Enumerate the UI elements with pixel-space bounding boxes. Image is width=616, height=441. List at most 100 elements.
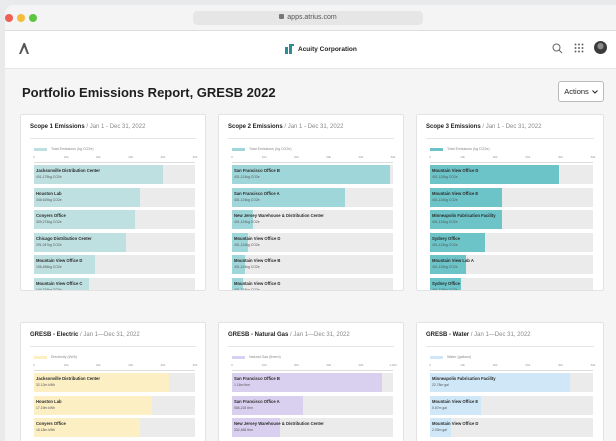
axis-tick-label: 10k xyxy=(460,155,466,159)
legend-swatch xyxy=(430,355,443,359)
brand-name: Acuity Corporation xyxy=(298,45,357,53)
chart-legend: Total Emissions (kg CO2e) xyxy=(34,147,205,151)
bar-value: 401,124kg CO2e xyxy=(234,197,260,202)
bar-value: 401,124kg CO2e xyxy=(432,220,458,225)
legend-swatch xyxy=(232,355,245,359)
bar-row[interactable]: Conyers Office 16.18m kWh xyxy=(34,418,195,438)
bar-value: 22.78m gal xyxy=(432,383,449,387)
axis-tick-label: 40k xyxy=(160,363,166,367)
bar-row[interactable]: San Francisco Office B 401,124kg CO2e xyxy=(232,165,393,184)
bar-label: Chicago Distribution Center xyxy=(36,235,92,241)
report-card: GRESB - Electric / Jan 1—Dec 31, 2022 Ele… xyxy=(20,322,206,441)
bar-label: Mountain View Office E xyxy=(432,190,479,196)
card-date-range: / Jan 1 - Dec 31, 2022 xyxy=(480,124,542,130)
card-title: GRESB - Water xyxy=(426,332,470,338)
bar-row[interactable]: Mountain View Office D 401,124kg CO2e xyxy=(232,232,393,252)
axis-tick-label: 0 xyxy=(231,363,233,367)
bar-row[interactable]: Mountain View Office D 401,124kg CO2e xyxy=(430,165,593,184)
bar-row[interactable]: Houston Lab 346,619kg CO2e xyxy=(34,187,195,207)
bar-row[interactable]: Mountain View Office C 144,216kg CO2e xyxy=(34,277,195,291)
bar-row[interactable]: Chicago Distribution Center 291,047kg CO2… xyxy=(34,232,195,252)
axis-tick-label: 300 xyxy=(326,363,332,367)
card-header: Scope 1 Emissions / Jan 1 - Dec 31, 2022 xyxy=(30,115,196,139)
axis-tick-label: 10k xyxy=(63,155,69,159)
bar-value: 401,124kg CO2e xyxy=(234,220,260,225)
legend-label: Total Emissions (kg CO2e) xyxy=(447,147,490,151)
bar-value: 401,124kg CO2e xyxy=(234,265,260,270)
search-icon[interactable] xyxy=(552,43,563,54)
chart-legend: Total Emissions (kg CO2e) xyxy=(430,147,603,151)
lock-icon xyxy=(279,14,285,19)
bar-row[interactable]: Mountain View Office D 401,124kg CO2e xyxy=(232,277,393,291)
bar-row[interactable]: Mountain View Office D 156,456kg CO2e xyxy=(34,255,195,275)
bar-value: 401,124kg CO2e xyxy=(432,197,458,202)
bar-list: San Francisco Office B 1.16m thm San Franc… xyxy=(232,373,393,438)
bar-row[interactable]: San Francisco Office A 401,124kg CO2e xyxy=(232,187,393,207)
chevron-down-icon xyxy=(591,89,598,94)
bar-row[interactable]: Jacksonville Distribution Center 32.12m k… xyxy=(34,373,195,392)
axis-tick-label: 0 xyxy=(429,155,431,159)
maximize-window-button[interactable] xyxy=(29,14,37,22)
bar-label: San Francisco Office A xyxy=(234,190,280,196)
axis-tick-label: 10k xyxy=(63,363,69,367)
bar-row[interactable]: Sydney Office 401,124kg CO2e xyxy=(430,277,593,290)
bar-list: Mountain View Office D 401,124kg CO2e Moun… xyxy=(430,165,593,290)
legend-label: Electricity (kWh) xyxy=(51,355,77,359)
bar-value: 156,456kg CO2e xyxy=(36,265,62,270)
bar-row[interactable]: Mountain View Office E 401,124kg CO2e xyxy=(430,187,593,207)
axis-tick-label: 10k xyxy=(460,363,466,367)
bar-row[interactable]: Houston Lab 17.19m kWh xyxy=(34,395,195,415)
axis-tick-label: 100 xyxy=(261,363,267,367)
axis-tick-label: 50k xyxy=(590,363,596,367)
bar-row[interactable]: Mountain View Office D 2.03m gal xyxy=(430,418,593,438)
app-logo-icon[interactable] xyxy=(18,42,30,55)
bar-row[interactable]: Mountain View Lab A 401,124kg CO2e xyxy=(430,255,593,275)
chart-legend: Total Emissions (kg CO2e) xyxy=(232,147,403,151)
bar-row[interactable]: Jacksonville Distribution Center 401,179k… xyxy=(34,165,195,184)
bar-value: 401,124kg CO2e xyxy=(234,287,260,291)
bar-row[interactable]: New Jersey Warehouse & Distribution Cent… xyxy=(232,210,393,230)
bar-row[interactable]: San Francisco Office A 586,218 thm xyxy=(232,395,393,415)
bar-label: San Francisco Office B xyxy=(234,376,280,381)
actions-label: Actions xyxy=(564,87,589,96)
bar-value: 401,124kg CO2e xyxy=(432,265,458,270)
brand: Acuity Corporation xyxy=(285,44,357,54)
legend-swatch xyxy=(430,147,443,151)
bar-value: 401,124kg CO2e xyxy=(234,242,260,247)
bar-row[interactable]: Mountain View Office B 401,124kg CO2e xyxy=(232,255,393,275)
actions-button[interactable]: Actions xyxy=(558,81,604,102)
bar-label: Minneapolis Fabrication Facility xyxy=(432,213,496,219)
bar-row[interactable]: Minneapolis Fabrication Facility 22.78m g… xyxy=(430,373,593,392)
axis-tick-label: 20k xyxy=(293,155,299,159)
user-avatar[interactable] xyxy=(594,41,607,54)
card-header: GRESB - Electric / Jan 1—Dec 31, 2022 xyxy=(30,323,196,347)
minimize-window-button[interactable] xyxy=(17,14,25,22)
browser-window: apps.atrius.com Acuity Corporation Portf… xyxy=(5,5,616,441)
bar-value: 17.19m kWh xyxy=(36,405,56,410)
axis-tick-label: 50k xyxy=(192,363,198,367)
bar-row[interactable]: San Francisco Office B 1.16m thm xyxy=(232,373,393,392)
bar-row[interactable]: Minneapolis Fabrication Facility 401,124k… xyxy=(430,210,593,230)
close-window-button[interactable] xyxy=(5,14,13,22)
bar-list: Minneapolis Fabrication Facility 22.78m g… xyxy=(430,373,593,438)
app-header: Acuity Corporation xyxy=(5,31,616,69)
axis-tick-label: 20k xyxy=(492,363,498,367)
bar-row[interactable]: Conyers Office 309,274kg CO2e xyxy=(34,210,195,230)
axis-tick-label: 400 xyxy=(358,363,364,367)
address-bar[interactable]: apps.atrius.com xyxy=(193,11,423,25)
bar-row[interactable]: Mountain View Office E 5.67m gal xyxy=(430,395,593,415)
axis-tick-label: 40k xyxy=(358,155,364,159)
bar-label: Mountain View Office C xyxy=(36,280,83,286)
bar-list: San Francisco Office B 401,124kg CO2e San … xyxy=(232,165,393,291)
browser-chrome: apps.atrius.com xyxy=(5,5,616,31)
axis-tick-label: 20k xyxy=(95,363,101,367)
bar-row[interactable]: New Jersey Warehouse & Distribution Cent… xyxy=(232,418,393,438)
acuity-logo-icon xyxy=(285,44,294,54)
bar-value: 401,124kg CO2e xyxy=(234,175,260,179)
bar-value: 309,274kg CO2e xyxy=(36,220,62,225)
apps-grid-icon[interactable] xyxy=(574,43,584,53)
bar-value: 144,216kg CO2e xyxy=(36,287,62,291)
axis-tick-label: 40k xyxy=(557,363,563,367)
card-header: GRESB - Water / Jan 1—Dec 31, 2022 xyxy=(426,323,594,347)
bar-row[interactable]: Sydney Office 401,124kg CO2e xyxy=(430,232,593,252)
